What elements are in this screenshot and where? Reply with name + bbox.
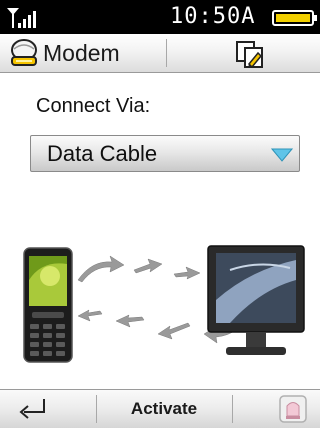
modem-screen: 10:50A Modem Connect Via: Data Cable Act… xyxy=(0,0,320,428)
status-bar: 10:50A xyxy=(0,0,320,34)
page-title: Modem xyxy=(43,40,120,66)
title-bar: Modem xyxy=(0,34,320,73)
mobile-phone-icon xyxy=(23,247,73,363)
connect-via-dropdown[interactable]: Data Cable xyxy=(30,135,300,172)
chevron-down-icon xyxy=(271,148,293,162)
activate-button[interactable]: Activate xyxy=(98,390,230,428)
edit-options-icon[interactable] xyxy=(234,39,266,69)
computer-monitor-icon xyxy=(207,245,305,355)
clock: 10:50A xyxy=(170,4,256,29)
battery-icon xyxy=(272,10,317,26)
dropdown-selected-value: Data Cable xyxy=(47,141,158,166)
modem-app-icon xyxy=(11,39,37,66)
phone-to-computer-illustration xyxy=(23,245,305,363)
signal-strength-icon xyxy=(7,8,36,28)
title-divider xyxy=(166,39,167,67)
softkey-divider xyxy=(232,395,233,423)
softkey-divider xyxy=(96,395,97,423)
connect-via-label: Connect Via: xyxy=(36,95,151,117)
back-arrow-icon[interactable] xyxy=(14,394,54,424)
home-icon[interactable] xyxy=(278,394,308,424)
softkey-bar: Activate xyxy=(0,389,320,428)
